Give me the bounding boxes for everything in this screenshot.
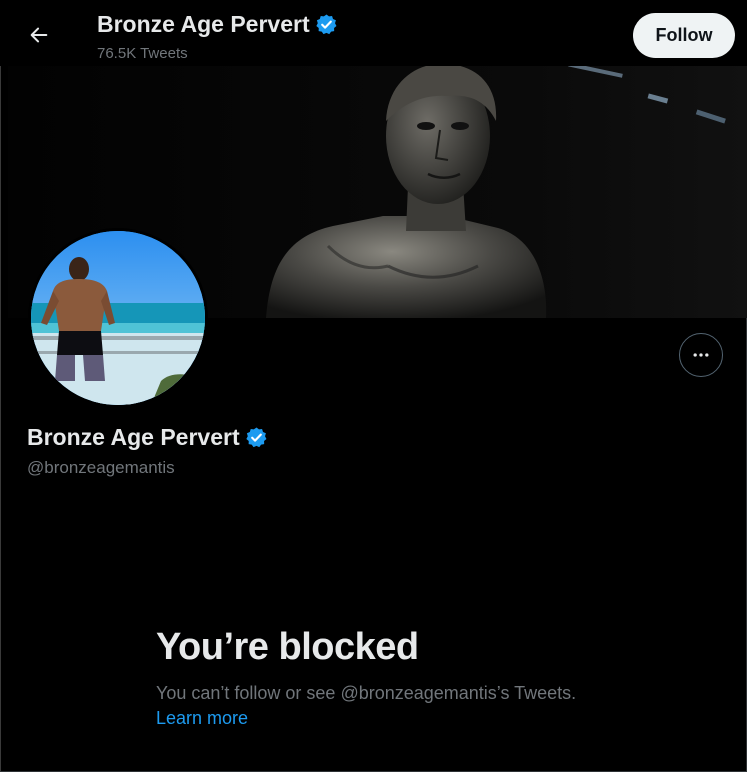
profile-display-name-row: Bronze Age Pervert xyxy=(27,424,268,451)
verified-badge-icon[interactable] xyxy=(245,426,268,449)
arrow-left-icon xyxy=(30,27,48,43)
tweet-count: 76.5K Tweets xyxy=(97,45,188,62)
profile-display-name: Bronze Age Pervert xyxy=(27,424,240,450)
blocked-title: You’re blocked xyxy=(156,626,419,668)
follow-button[interactable]: Follow xyxy=(633,13,735,58)
profile-header-bar: Bronze Age Pervert 76.5K Tweets Follow xyxy=(0,0,747,66)
profile-avatar[interactable] xyxy=(28,228,208,408)
header-display-name: Bronze Age Pervert xyxy=(97,11,310,37)
more-options-button[interactable] xyxy=(679,333,723,377)
profile-handle: @bronzeagemantis xyxy=(27,458,175,477)
avatar-image xyxy=(31,231,205,405)
back-button[interactable] xyxy=(20,16,58,54)
verified-badge-icon xyxy=(315,14,337,35)
more-horizontal-icon xyxy=(693,353,709,357)
learn-more-link[interactable]: Learn more xyxy=(156,708,248,729)
blocked-description: You can’t follow or see @bronzeagemantis… xyxy=(156,683,577,703)
header-display-name-row: Bronze Age Pervert xyxy=(97,11,338,38)
